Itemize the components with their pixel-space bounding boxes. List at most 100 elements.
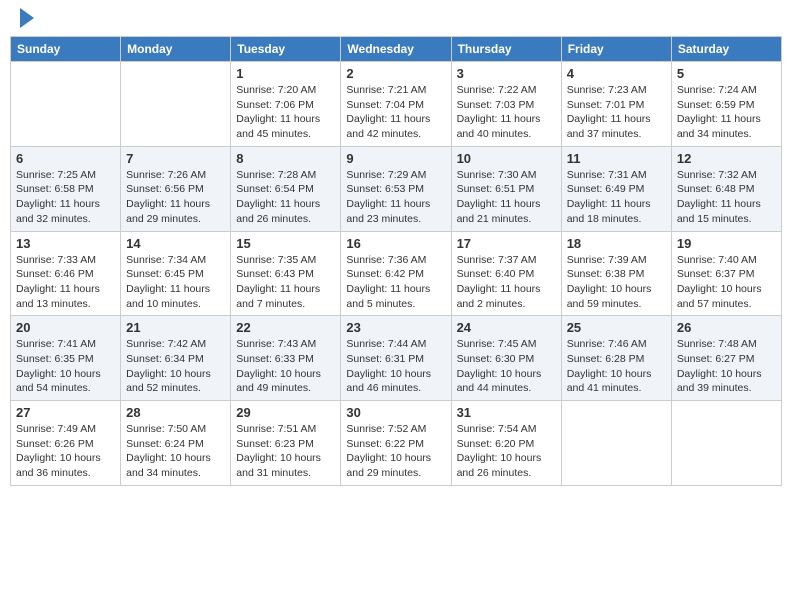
calendar-day-header: Monday [121, 37, 231, 62]
day-info: Sunrise: 7:52 AMSunset: 6:22 PMDaylight:… [346, 422, 445, 481]
day-info: Sunrise: 7:26 AMSunset: 6:56 PMDaylight:… [126, 168, 225, 227]
calendar-cell: 12Sunrise: 7:32 AMSunset: 6:48 PMDayligh… [671, 146, 781, 231]
day-info: Sunrise: 7:29 AMSunset: 6:53 PMDaylight:… [346, 168, 445, 227]
calendar-cell: 28 Sunrise: 7:50 AMSunset: 6:24 PMDayligh… [121, 401, 231, 486]
day-info: Sunrise: 7:46 AMSunset: 6:28 PMDaylight:… [567, 337, 666, 396]
day-info: Sunrise: 7:23 AMSunset: 7:01 PMDaylight:… [567, 83, 666, 142]
calendar-cell: 9 Sunrise: 7:29 AMSunset: 6:53 PMDaylight… [341, 146, 451, 231]
day-info: Sunrise: 7:51 AMSunset: 6:23 PMDaylight:… [236, 422, 335, 481]
calendar-day-header: Saturday [671, 37, 781, 62]
calendar-cell: 27 Sunrise: 7:49 AMSunset: 6:26 PMDayligh… [11, 401, 121, 486]
day-number: 12 [677, 151, 776, 166]
day-number: 3 [457, 66, 556, 81]
calendar-day-header: Tuesday [231, 37, 341, 62]
day-info: Sunrise: 7:43 AMSunset: 6:33 PMDaylight:… [236, 337, 335, 396]
day-number: 11 [567, 151, 666, 166]
day-info: Sunrise: 7:48 AMSunset: 6:27 PMDaylight:… [677, 337, 776, 396]
day-number: 13 [16, 236, 115, 251]
calendar-day-header: Friday [561, 37, 671, 62]
calendar-cell: 8 Sunrise: 7:28 AMSunset: 6:54 PMDaylight… [231, 146, 341, 231]
day-number: 1 [236, 66, 335, 81]
day-number: 22 [236, 320, 335, 335]
day-info: Sunrise: 7:25 AMSunset: 6:58 PMDaylight:… [16, 168, 115, 227]
calendar-cell: 18Sunrise: 7:39 AMSunset: 6:38 PMDayligh… [561, 231, 671, 316]
page-header [10, 10, 782, 28]
day-number: 26 [677, 320, 776, 335]
day-number: 27 [16, 405, 115, 420]
day-number: 2 [346, 66, 445, 81]
day-number: 5 [677, 66, 776, 81]
calendar-cell: 14 Sunrise: 7:34 AMSunset: 6:45 PMDayligh… [121, 231, 231, 316]
day-info: Sunrise: 7:22 AMSunset: 7:03 PMDaylight:… [457, 83, 556, 142]
calendar-cell: 1 Sunrise: 7:20 AMSunset: 7:06 PMDaylight… [231, 62, 341, 147]
day-number: 24 [457, 320, 556, 335]
day-info: Sunrise: 7:21 AMSunset: 7:04 PMDaylight:… [346, 83, 445, 142]
day-number: 20 [16, 320, 115, 335]
calendar-cell: 15 Sunrise: 7:35 AMSunset: 6:43 PMDayligh… [231, 231, 341, 316]
day-info: Sunrise: 7:37 AMSunset: 6:40 PMDaylight:… [457, 253, 556, 312]
calendar-cell: 22 Sunrise: 7:43 AMSunset: 6:33 PMDayligh… [231, 316, 341, 401]
calendar-cell: 17 Sunrise: 7:37 AMSunset: 6:40 PMDayligh… [451, 231, 561, 316]
day-info: Sunrise: 7:24 AMSunset: 6:59 PMDaylight:… [677, 83, 776, 142]
calendar-table: SundayMondayTuesdayWednesdayThursdayFrid… [10, 36, 782, 486]
calendar-cell: 21Sunrise: 7:42 AMSunset: 6:34 PMDayligh… [121, 316, 231, 401]
day-info: Sunrise: 7:35 AMSunset: 6:43 PMDaylight:… [236, 253, 335, 312]
calendar-cell: 29Sunrise: 7:51 AMSunset: 6:23 PMDayligh… [231, 401, 341, 486]
calendar-cell: 30 Sunrise: 7:52 AMSunset: 6:22 PMDayligh… [341, 401, 451, 486]
day-number: 15 [236, 236, 335, 251]
day-info: Sunrise: 7:30 AMSunset: 6:51 PMDaylight:… [457, 168, 556, 227]
day-number: 10 [457, 151, 556, 166]
calendar-cell: 25 Sunrise: 7:46 AMSunset: 6:28 PMDayligh… [561, 316, 671, 401]
day-info: Sunrise: 7:49 AMSunset: 6:26 PMDaylight:… [16, 422, 115, 481]
logo [14, 10, 34, 28]
calendar-cell: 10 Sunrise: 7:30 AMSunset: 6:51 PMDayligh… [451, 146, 561, 231]
day-number: 23 [346, 320, 445, 335]
day-number: 19 [677, 236, 776, 251]
day-number: 14 [126, 236, 225, 251]
day-info: Sunrise: 7:42 AMSunset: 6:34 PMDaylight:… [126, 337, 225, 396]
calendar-cell [11, 62, 121, 147]
calendar-cell: 2 Sunrise: 7:21 AMSunset: 7:04 PMDaylight… [341, 62, 451, 147]
day-info: Sunrise: 7:45 AMSunset: 6:30 PMDaylight:… [457, 337, 556, 396]
day-info: Sunrise: 7:41 AMSunset: 6:35 PMDaylight:… [16, 337, 115, 396]
day-info: Sunrise: 7:20 AMSunset: 7:06 PMDaylight:… [236, 83, 335, 142]
day-info: Sunrise: 7:40 AMSunset: 6:37 PMDaylight:… [677, 253, 776, 312]
day-number: 17 [457, 236, 556, 251]
day-number: 18 [567, 236, 666, 251]
calendar-day-header: Thursday [451, 37, 561, 62]
calendar-cell: 7 Sunrise: 7:26 AMSunset: 6:56 PMDaylight… [121, 146, 231, 231]
day-number: 7 [126, 151, 225, 166]
day-number: 9 [346, 151, 445, 166]
day-info: Sunrise: 7:28 AMSunset: 6:54 PMDaylight:… [236, 168, 335, 227]
calendar-cell: 23Sunrise: 7:44 AMSunset: 6:31 PMDayligh… [341, 316, 451, 401]
calendar-week-row: 13 Sunrise: 7:33 AMSunset: 6:46 PMDayligh… [11, 231, 782, 316]
day-info: Sunrise: 7:33 AMSunset: 6:46 PMDaylight:… [16, 253, 115, 312]
day-number: 8 [236, 151, 335, 166]
calendar-day-header: Wednesday [341, 37, 451, 62]
day-number: 28 [126, 405, 225, 420]
logo-arrow-icon [20, 8, 34, 28]
calendar-cell [671, 401, 781, 486]
calendar-week-row: 6 Sunrise: 7:25 AMSunset: 6:58 PMDaylight… [11, 146, 782, 231]
day-number: 4 [567, 66, 666, 81]
day-info: Sunrise: 7:36 AMSunset: 6:42 PMDaylight:… [346, 253, 445, 312]
calendar-week-row: 20 Sunrise: 7:41 AMSunset: 6:35 PMDayligh… [11, 316, 782, 401]
calendar-header-row: SundayMondayTuesdayWednesdayThursdayFrid… [11, 37, 782, 62]
day-number: 6 [16, 151, 115, 166]
calendar-week-row: 1 Sunrise: 7:20 AMSunset: 7:06 PMDaylight… [11, 62, 782, 147]
calendar-cell: 6 Sunrise: 7:25 AMSunset: 6:58 PMDaylight… [11, 146, 121, 231]
calendar-cell: 13 Sunrise: 7:33 AMSunset: 6:46 PMDayligh… [11, 231, 121, 316]
day-info: Sunrise: 7:34 AMSunset: 6:45 PMDaylight:… [126, 253, 225, 312]
calendar-week-row: 27 Sunrise: 7:49 AMSunset: 6:26 PMDayligh… [11, 401, 782, 486]
day-info: Sunrise: 7:50 AMSunset: 6:24 PMDaylight:… [126, 422, 225, 481]
calendar-cell: 31Sunrise: 7:54 AMSunset: 6:20 PMDayligh… [451, 401, 561, 486]
calendar-cell: 19 Sunrise: 7:40 AMSunset: 6:37 PMDayligh… [671, 231, 781, 316]
day-number: 25 [567, 320, 666, 335]
calendar-cell: 20 Sunrise: 7:41 AMSunset: 6:35 PMDayligh… [11, 316, 121, 401]
day-info: Sunrise: 7:54 AMSunset: 6:20 PMDaylight:… [457, 422, 556, 481]
calendar-cell: 4 Sunrise: 7:23 AMSunset: 7:01 PMDaylight… [561, 62, 671, 147]
calendar-cell [561, 401, 671, 486]
day-number: 30 [346, 405, 445, 420]
day-number: 16 [346, 236, 445, 251]
day-info: Sunrise: 7:31 AMSunset: 6:49 PMDaylight:… [567, 168, 666, 227]
